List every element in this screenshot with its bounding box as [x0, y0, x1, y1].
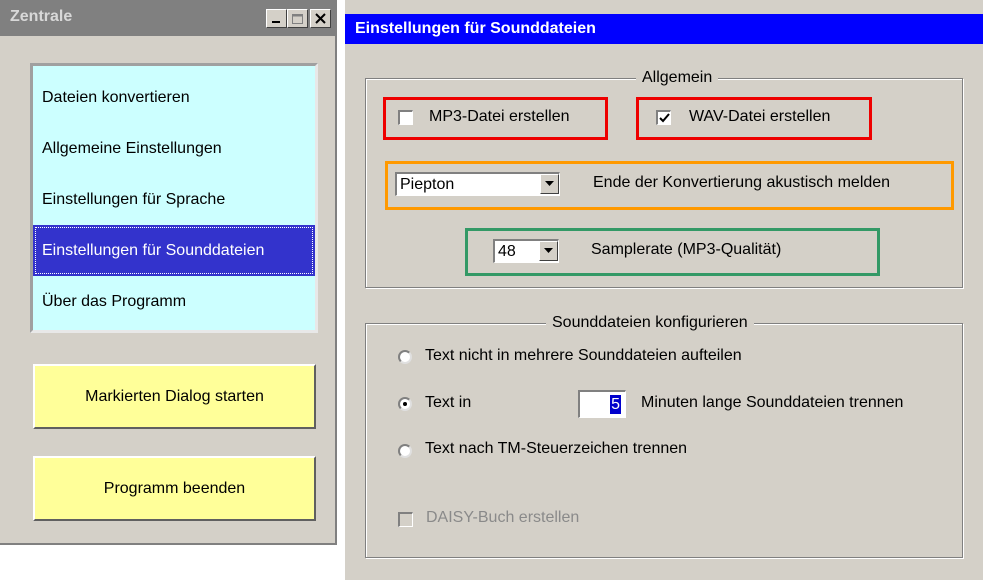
- window-title: Einstellungen für Sounddateien: [355, 20, 596, 37]
- minutes-input[interactable]: 5: [578, 390, 626, 418]
- close-icon: [315, 13, 326, 24]
- start-dialog-button[interactable]: Markierten Dialog starten: [33, 364, 316, 429]
- maximize-button[interactable]: [287, 9, 308, 28]
- end-sound-select[interactable]: Piepton: [395, 172, 560, 196]
- wav-checkbox[interactable]: [656, 110, 671, 125]
- split-tm-label: Text nach TM-Steuerzeichen trennen: [425, 440, 688, 457]
- sound-settings-window: Einstellungen für Sounddateien Allgemein…: [343, 0, 983, 580]
- menu-item-einstellungen-sounddateien[interactable]: Einstellungen für Sounddateien: [33, 225, 315, 276]
- mp3-label: MP3-Datei erstellen: [429, 108, 570, 125]
- samplerate-select[interactable]: 48: [493, 239, 559, 263]
- configure-legend: Sounddateien konfigurieren: [546, 314, 754, 332]
- split-minutes-radio[interactable]: [398, 397, 412, 411]
- zentrale-window: Zentrale Dateien konvertieren Allgemeine…: [0, 0, 337, 545]
- zentrale-title-bar[interactable]: Zentrale: [0, 0, 335, 36]
- close-button[interactable]: [310, 9, 331, 28]
- samplerate-value: 48: [498, 243, 516, 260]
- minutes-value: 5: [610, 395, 621, 414]
- menu-item-ueber-das-programm[interactable]: Über das Programm: [33, 276, 315, 327]
- split-none-radio[interactable]: [398, 350, 412, 364]
- daisy-label: DAISY-Buch erstellen: [426, 509, 580, 526]
- split-minutes-prefix: Text in: [425, 394, 472, 411]
- dropdown-arrow-button[interactable]: [539, 241, 558, 261]
- chevron-down-icon: [545, 181, 554, 186]
- split-tm-radio[interactable]: [398, 444, 412, 458]
- daisy-checkbox[interactable]: [398, 512, 413, 527]
- maximize-icon: [292, 14, 303, 24]
- minimize-button[interactable]: [266, 9, 287, 28]
- menu-item-allgemeine-einstellungen[interactable]: Allgemeine Einstellungen: [33, 123, 315, 174]
- split-none-label: Text nicht in mehrere Sounddateien aufte…: [425, 347, 742, 364]
- menu-item-einstellungen-sprache[interactable]: Einstellungen für Sprache: [33, 174, 315, 225]
- split-minutes-suffix: Minuten lange Sounddateien trennen: [641, 394, 904, 411]
- dropdown-arrow-button[interactable]: [540, 174, 559, 194]
- window-title: Zentrale: [10, 8, 73, 25]
- minimize-icon: [272, 21, 280, 23]
- dialog-list[interactable]: Dateien konvertieren Allgemeine Einstell…: [30, 63, 318, 333]
- end-sound-label: Ende der Konvertierung akustisch melden: [593, 174, 891, 191]
- samplerate-label: Samplerate (MP3-Qualität): [591, 241, 782, 258]
- exit-program-button[interactable]: Programm beenden: [33, 456, 316, 521]
- end-sound-value: Piepton: [400, 176, 455, 193]
- sound-settings-title-bar[interactable]: Einstellungen für Sounddateien: [345, 14, 983, 44]
- menu-item-dateien-konvertieren[interactable]: Dateien konvertieren: [33, 72, 315, 123]
- chevron-down-icon: [544, 248, 553, 253]
- mp3-checkbox[interactable]: [398, 110, 413, 125]
- general-legend: Allgemein: [636, 69, 719, 87]
- checkmark-icon: [659, 113, 670, 123]
- wav-label: WAV-Datei erstellen: [689, 108, 831, 125]
- radio-dot-icon: [403, 402, 407, 406]
